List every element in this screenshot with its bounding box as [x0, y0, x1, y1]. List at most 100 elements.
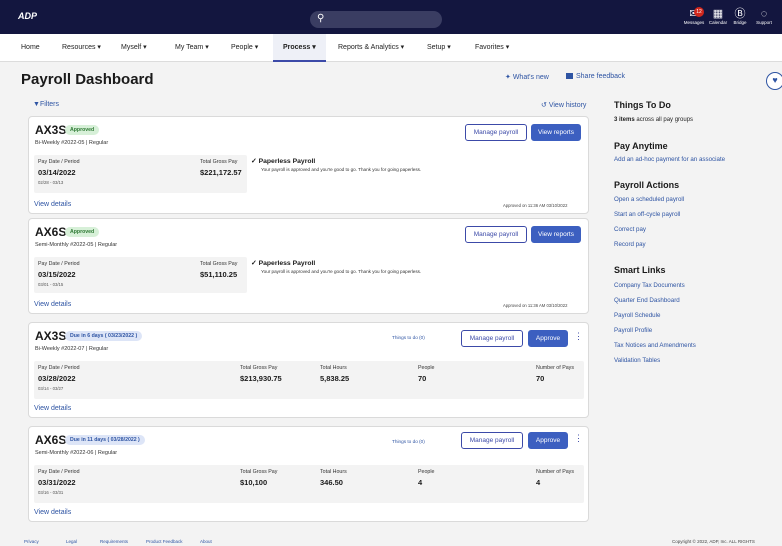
pay-anytime-heading: Pay Anytime	[614, 141, 668, 151]
pay-date: 03/14/2022	[38, 168, 76, 177]
adp-logo[interactable]: ADP	[18, 11, 38, 22]
people-count: 4	[418, 478, 423, 487]
share-feedback-link[interactable]: Share feedback	[566, 73, 625, 80]
ad-hoc-payment-link[interactable]: Add an ad-hoc payment for an associate	[614, 156, 725, 163]
people-count: 70	[418, 374, 427, 383]
start-off-cycle-link[interactable]: Start an off-cycle payroll	[614, 211, 680, 218]
calendar-icon: ▦	[712, 8, 724, 20]
approved-timestamp: Approved on 11:36 AM 03/10/2022	[503, 203, 568, 208]
whats-new-link[interactable]: ✦ What's new	[505, 73, 549, 81]
manage-payroll-button[interactable]: Manage payroll	[461, 432, 523, 449]
nav-myself[interactable]: Myself ▾	[121, 34, 147, 62]
status-badge: Approved	[65, 227, 100, 237]
people-label: People	[418, 365, 435, 371]
pay-date-label: Pay Date / Period	[38, 261, 80, 267]
quarter-end-dashboard-link[interactable]: Quarter End Dashboard	[614, 297, 680, 304]
nav-resources[interactable]: Resources ▾	[62, 34, 101, 62]
company-tax-documents-link[interactable]: Company Tax Documents	[614, 282, 685, 289]
validation-tables-link[interactable]: Validation Tables	[614, 357, 660, 364]
payroll-schedule: Semi-Monthly #2022-05 | Regular	[35, 242, 118, 248]
view-reports-button[interactable]: View reports	[531, 226, 581, 243]
view-details-link[interactable]: View details	[34, 405, 71, 412]
nav-my-team[interactable]: My Team ▾	[175, 34, 209, 62]
payroll-card: AX6S Approved Semi-Monthly #2022-05 | Re…	[28, 218, 589, 314]
calendar-button[interactable]: ▦ Calendar	[706, 9, 730, 26]
filters-button[interactable]: ▼Filters	[33, 101, 59, 108]
status-badge: Approved	[65, 125, 100, 135]
view-details-link[interactable]: View details	[34, 301, 71, 308]
payroll-card: AX6S Due in 11 days ( 03/28/2022 ) Semi-…	[28, 426, 589, 522]
view-reports-button[interactable]: View reports	[531, 124, 581, 141]
smart-links-heading: Smart Links	[614, 265, 666, 275]
copyright: Copyright © 2022, ADP, Inc. ALL RIGHTS	[672, 539, 755, 544]
search-input[interactable]: ⚲	[310, 11, 442, 28]
messages-label: Messages	[683, 20, 705, 25]
manage-payroll-button[interactable]: Manage payroll	[461, 330, 523, 347]
more-options-icon[interactable]: ⋮	[574, 331, 583, 342]
gross-pay: $221,172.57	[200, 168, 242, 177]
manage-payroll-button[interactable]: Manage payroll	[465, 124, 527, 141]
things-to-do-link[interactable]: Things to do (0)	[392, 335, 425, 340]
correct-pay-link[interactable]: Correct pay	[614, 226, 646, 233]
pay-period: 02/28 - 03/13	[38, 180, 64, 185]
page-title: Payroll Dashboard	[21, 71, 154, 88]
gross-pay-label: Total Gross Pay	[240, 365, 278, 371]
messages-badge: 12	[694, 7, 704, 17]
nav-reports[interactable]: Reports & Analytics ▾	[338, 34, 404, 62]
view-history-link[interactable]: ↺ View history	[541, 101, 586, 109]
support-button[interactable]: ◌ Support	[752, 9, 776, 26]
things-to-do-link[interactable]: Things to do (0)	[392, 439, 425, 444]
messages-button[interactable]: ✉ 12 Messages	[682, 7, 706, 26]
pay-date-label: Pay Date / Period	[38, 469, 80, 475]
footer-privacy-link[interactable]: Privacy	[24, 539, 39, 544]
tax-notices-link[interactable]: Tax Notices and Amendments	[614, 342, 696, 349]
bridge-button[interactable]: Ⓑ Bridge	[728, 9, 752, 26]
payroll-code: AX6S	[35, 433, 67, 447]
hours-label: Total Hours	[320, 365, 347, 371]
check-icon: ✓	[251, 260, 257, 267]
pay-period: 03/16 - 03/31	[38, 490, 64, 495]
approve-button[interactable]: Approve	[528, 330, 568, 347]
footer: Privacy Legal Requirements Product Feedb…	[0, 537, 782, 546]
manage-payroll-button[interactable]: Manage payroll	[465, 226, 527, 243]
view-details-link[interactable]: View details	[34, 201, 71, 208]
avatar[interactable]: ♥	[766, 72, 782, 90]
paperless-desc: Your payroll is approved and you're good…	[261, 269, 422, 274]
nav-home[interactable]: Home	[21, 34, 40, 62]
approve-button[interactable]: Approve	[528, 432, 568, 449]
sparkle-icon: ✦	[505, 74, 511, 81]
nav-setup[interactable]: Setup ▾	[427, 34, 451, 62]
footer-requirements-link[interactable]: Requirements	[100, 539, 128, 544]
gross-pay-label: Total Gross Pay	[200, 261, 238, 267]
paperless-title: ✓ Paperless Payroll	[251, 158, 316, 165]
support-icon: ◌	[760, 8, 768, 20]
check-icon: ✓	[251, 158, 257, 165]
footer-legal-link[interactable]: Legal	[66, 539, 77, 544]
pays-label: Number of Pays	[536, 469, 574, 475]
footer-feedback-link[interactable]: Product Feedback	[146, 539, 183, 544]
pay-date: 03/15/2022	[38, 270, 76, 279]
footer-about-link[interactable]: About	[200, 539, 212, 544]
payroll-code: AX3S	[35, 329, 67, 343]
open-scheduled-payroll-link[interactable]: Open a scheduled payroll	[614, 196, 684, 203]
due-badge: Due in 6 days ( 03/23/2022 )	[65, 331, 143, 341]
nav-process[interactable]: Process ▾	[273, 34, 326, 62]
pay-date: 03/31/2022	[38, 478, 76, 487]
total-hours: 5,838.25	[320, 374, 350, 383]
nav-favorites[interactable]: Favorites ▾	[475, 34, 509, 62]
nav-people[interactable]: People ▾	[231, 34, 258, 62]
view-details-link[interactable]: View details	[34, 509, 71, 516]
payroll-actions-heading: Payroll Actions	[614, 180, 680, 190]
pay-summary: Pay Date / Period 03/31/2022 03/16 - 03/…	[34, 465, 584, 503]
pays-count: 4	[536, 478, 541, 487]
more-options-icon[interactable]: ⋮	[574, 433, 583, 444]
people-label: People	[418, 469, 435, 475]
payroll-schedule-link[interactable]: Payroll Schedule	[614, 312, 660, 319]
pays-label: Number of Pays	[536, 365, 574, 371]
payroll-schedule: Bi-Weekly #2022-05 | Regular	[35, 140, 109, 146]
payroll-profile-link[interactable]: Payroll Profile	[614, 327, 652, 334]
approved-timestamp: Approved on 11:36 AM 03/10/2022	[503, 303, 568, 308]
filter-icon: ▼	[33, 101, 40, 108]
gross-pay-label: Total Gross Pay	[200, 159, 238, 165]
record-pay-link[interactable]: Record pay	[614, 241, 646, 248]
